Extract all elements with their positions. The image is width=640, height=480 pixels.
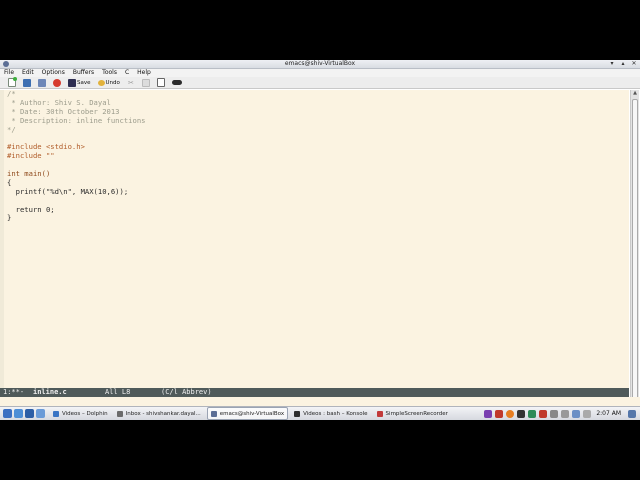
minimize-icon[interactable]: ▾ — [609, 60, 615, 68]
code-line: int main() — [7, 169, 51, 179]
minibuffer[interactable] — [0, 397, 640, 406]
code-buffer[interactable]: /* * Author: Shiv S. Dayal * Date: 30th … — [7, 89, 146, 223]
clock[interactable]: 2:07 AM — [596, 410, 621, 417]
save-label: Save — [77, 79, 91, 86]
task-screen-recorder[interactable]: SimpleScreenRecorder — [374, 408, 451, 419]
scrollbar-thumb[interactable] — [632, 99, 638, 404]
tray-app-icon[interactable] — [528, 409, 537, 418]
scroll-up-icon[interactable]: ▲ — [631, 90, 639, 97]
window-controls: ▾ ▴ ✕ — [609, 60, 637, 68]
terminal-tray-icon[interactable] — [517, 409, 526, 418]
close-icon[interactable]: ✕ — [631, 60, 637, 68]
menu-c[interactable]: C — [125, 69, 129, 77]
directory-icon — [38, 78, 46, 87]
copy-button[interactable] — [141, 78, 150, 88]
mail-icon — [116, 410, 123, 417]
terminal-icon — [294, 410, 301, 417]
desktop-screen: emacs@shiv-VirtualBox ▾ ▴ ✕ File Edit Op… — [0, 60, 640, 420]
dolphin-icon — [53, 410, 59, 417]
menu-bar: File Edit Options Buffers Tools C Help — [0, 69, 640, 77]
close-buffer-icon — [53, 78, 61, 87]
task-label: Videos : bash – Konsole — [303, 410, 368, 417]
network-icon[interactable] — [572, 409, 581, 418]
vertical-scrollbar[interactable]: ▲ ▼ — [630, 90, 639, 416]
menu-tools[interactable]: Tools — [102, 69, 117, 77]
cut-icon: ✂ — [127, 78, 134, 87]
task-label: emacs@shiv-VirtualBox — [219, 410, 285, 417]
maximize-icon[interactable]: ▴ — [620, 60, 626, 68]
dolphin-launcher-icon[interactable] — [25, 409, 34, 418]
left-fringe — [0, 90, 4, 416]
window-titlebar[interactable]: emacs@shiv-VirtualBox ▾ ▴ ✕ — [0, 60, 640, 69]
menu-buffers[interactable]: Buffers — [73, 69, 94, 77]
tray-app-icon[interactable] — [495, 409, 504, 418]
new-file-button[interactable] — [8, 77, 17, 88]
show-desktop-icon[interactable] — [14, 409, 23, 418]
volume-icon[interactable] — [561, 409, 570, 418]
menu-help[interactable]: Help — [137, 69, 151, 77]
task-konsole[interactable]: Videos : bash – Konsole — [291, 408, 370, 419]
tool-bar: Save Undo ✂ — [0, 77, 640, 89]
undo-button[interactable]: Undo — [97, 78, 120, 88]
modeline-mode[interactable]: (C/l Abbrev) — [161, 388, 212, 397]
cut-button[interactable]: ✂ — [127, 78, 135, 88]
open-file-icon — [23, 78, 31, 87]
task-mail[interactable]: Inbox - shivshankar.dayal... — [114, 408, 204, 419]
close-buffer-button[interactable] — [53, 78, 61, 88]
undo-label: Undo — [105, 79, 120, 86]
code-line: */ — [7, 124, 16, 134]
app-launcher-icon[interactable] — [3, 409, 12, 418]
expand-tray-icon[interactable] — [628, 409, 636, 418]
search-binoculars-icon — [171, 80, 182, 85]
mode-line: 1:**- inline.c All L8 (C/l Abbrev) — [0, 388, 629, 397]
copy-icon — [141, 78, 150, 87]
task-dolphin[interactable]: Videos – Dolphin — [50, 408, 111, 419]
modeline-buffer-name[interactable]: inline.c — [33, 388, 105, 397]
paste-icon — [156, 78, 165, 87]
recorder-icon — [376, 410, 383, 417]
task-emacs[interactable]: emacs@shiv-VirtualBox — [206, 407, 289, 420]
system-tray: 2:07 AM — [481, 409, 640, 418]
modeline-position: All L8 — [105, 388, 131, 396]
code-line: } — [7, 213, 12, 223]
notifications-icon[interactable] — [583, 409, 592, 418]
emacs-icon — [210, 410, 217, 417]
open-directory-button[interactable] — [38, 78, 46, 88]
taskbar: Videos – Dolphin Inbox - shivshankar.day… — [0, 406, 640, 420]
menu-options[interactable]: Options — [42, 69, 65, 77]
firefox-icon[interactable] — [506, 409, 515, 418]
open-file-button[interactable] — [23, 78, 31, 88]
search-button[interactable] — [171, 78, 182, 88]
task-label: Inbox - shivshankar.dayal... — [125, 410, 201, 417]
task-label: SimpleScreenRecorder — [385, 410, 448, 417]
menu-edit[interactable]: Edit — [22, 69, 34, 77]
clipboard-icon[interactable] — [550, 409, 559, 418]
tray-app-icon[interactable] — [539, 409, 548, 418]
task-label: Videos – Dolphin — [62, 410, 108, 417]
undo-icon — [97, 79, 105, 86]
editor-area[interactable]: /* * Author: Shiv S. Dayal * Date: 30th … — [0, 89, 629, 416]
code-line: printf("%d\n", MAX(10,6)); — [7, 186, 129, 196]
save-button[interactable]: Save — [68, 78, 91, 88]
code-line: return 0; — [7, 204, 55, 214]
tray-app-icon[interactable] — [484, 409, 493, 418]
window-title: emacs@shiv-VirtualBox — [284, 60, 356, 67]
save-icon — [68, 78, 76, 87]
paste-button[interactable] — [156, 78, 165, 88]
new-file-icon — [8, 77, 17, 87]
pager-icon[interactable] — [36, 409, 45, 418]
menu-file[interactable]: File — [4, 69, 14, 77]
code-line: #include "" — [7, 151, 55, 161]
modeline-status: 1:**- — [3, 388, 25, 396]
code-line: * Description: inline functions — [7, 115, 146, 125]
